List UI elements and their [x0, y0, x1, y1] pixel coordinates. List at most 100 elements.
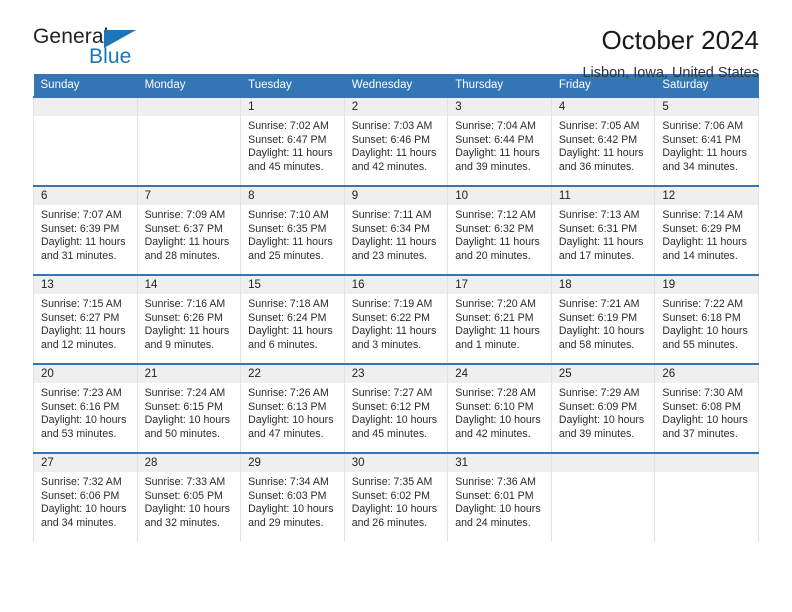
day-number: 7 — [137, 187, 241, 205]
calendar-day-cell[interactable]: 15 Sunrise: 7:18 AM Sunset: 6:24 PM Dayligh… — [240, 274, 345, 364]
sunrise-text: Sunrise: 7:15 AM — [41, 298, 122, 310]
calendar-day-cell[interactable]: 13 Sunrise: 7:15 AM Sunset: 6:27 PM Dayligh… — [33, 274, 138, 364]
day-number: 17 — [448, 276, 551, 294]
sunrise-text: Sunrise: 7:03 AM — [351, 120, 433, 132]
calendar-day-cell[interactable]: 14 Sunrise: 7:16 AM Sunset: 6:26 PM Dayligh… — [136, 274, 242, 364]
calendar-week-row: 6 Sunrise: 7:07 AM Sunset: 6:39 PM Daylight… — [33, 185, 759, 275]
calendar-day-cell[interactable]: 19 Sunrise: 7:22 AM Sunset: 6:18 PM Dayligh… — [654, 274, 759, 364]
calendar-day-cell[interactable]: 17 Sunrise: 7:20 AM Sunset: 6:21 PM Dayligh… — [447, 274, 552, 364]
day-number: 25 — [551, 365, 655, 383]
daylight-text: Daylight: 11 hours and 14 minutes. — [662, 236, 747, 262]
calendar-day-cell[interactable]: 20 Sunrise: 7:23 AM Sunset: 6:16 PM Dayligh… — [33, 363, 138, 453]
day-number: 23 — [344, 365, 448, 383]
sunset-text: Sunset: 6:37 PM — [144, 222, 223, 235]
calendar-day-cell[interactable]: 24 Sunrise: 7:28 AM Sunset: 6:10 PM Dayligh… — [447, 363, 552, 453]
sunset-text: Sunset: 6:32 PM — [455, 222, 534, 235]
calendar-day-cell[interactable]: 28 Sunrise: 7:33 AM Sunset: 6:05 PM Dayligh… — [136, 452, 242, 542]
day-number: 26 — [655, 365, 758, 383]
sunset-text: Sunset: 6:19 PM — [558, 311, 638, 324]
sunrise-text: Sunrise: 7:30 AM — [662, 387, 744, 399]
sunset-text: Sunset: 6:46 PM — [351, 133, 431, 146]
sunrise-text: Sunrise: 7:23 AM — [41, 387, 122, 399]
calendar-day-cell[interactable]: 1 Sunrise: 7:02 AM Sunset: 6:47 PM Daylight… — [240, 96, 345, 186]
day-number: 29 — [241, 454, 344, 472]
day-details: Sunrise: 7:12 AM Sunset: 6:32 PM Daylight:… — [448, 205, 551, 263]
sunset-text: Sunset: 6:18 PM — [662, 311, 741, 324]
sunrise-text: Sunrise: 7:26 AM — [248, 387, 329, 399]
calendar-day-cell[interactable]: 10 Sunrise: 7:12 AM Sunset: 6:32 PM Dayligh… — [447, 185, 552, 275]
calendar-day-cell[interactable]: 25 Sunrise: 7:29 AM Sunset: 6:09 PM Dayligh… — [550, 363, 656, 453]
calendar-day-cell[interactable]: 4 Sunrise: 7:05 AM Sunset: 6:42 PM Daylight… — [550, 96, 656, 186]
calendar-day-cell[interactable]: 3 Sunrise: 7:04 AM Sunset: 6:44 PM Daylight… — [447, 96, 552, 186]
calendar-day-cell[interactable]: 26 Sunrise: 7:30 AM Sunset: 6:08 PM Dayligh… — [654, 363, 759, 453]
day-details: Sunrise: 7:29 AM Sunset: 6:09 PM Daylight:… — [552, 383, 655, 441]
sunrise-text: Sunrise: 7:29 AM — [558, 387, 640, 399]
general-blue-logo[interactable]: General Blue — [33, 26, 143, 72]
calendar-day-cell[interactable]: 8 Sunrise: 7:10 AM Sunset: 6:35 PM Daylight… — [240, 185, 345, 275]
sunrise-text: Sunrise: 7:16 AM — [144, 298, 226, 310]
day-number: 24 — [448, 365, 551, 383]
calendar-day-cell[interactable]: 12 Sunrise: 7:14 AM Sunset: 6:29 PM Dayligh… — [654, 185, 759, 275]
calendar-empty-cell — [550, 452, 656, 542]
sunset-text: Sunset: 6:47 PM — [248, 133, 327, 146]
sunset-text: Sunset: 6:13 PM — [248, 400, 327, 413]
calendar-day-cell[interactable]: 9 Sunrise: 7:11 AM Sunset: 6:34 PM Daylight… — [343, 185, 449, 275]
calendar-day-cell[interactable]: 23 Sunrise: 7:27 AM Sunset: 6:12 PM Dayligh… — [343, 363, 449, 453]
sunset-text: Sunset: 6:29 PM — [662, 222, 741, 235]
sunrise-text: Sunrise: 7:02 AM — [248, 120, 329, 132]
day-details: Sunrise: 7:05 AM Sunset: 6:42 PM Daylight:… — [552, 116, 655, 174]
weekday-header-thursday: Thursday — [447, 74, 552, 97]
sunrise-text: Sunrise: 7:04 AM — [455, 120, 536, 132]
weekday-header-tuesday: Tuesday — [240, 74, 345, 97]
day-number: 22 — [241, 365, 344, 383]
sunrise-text: Sunrise: 7:18 AM — [248, 298, 329, 310]
sunrise-text: Sunrise: 7:28 AM — [455, 387, 536, 399]
logo-text-general: General — [33, 25, 109, 48]
day-details: Sunrise: 7:33 AM Sunset: 6:05 PM Daylight:… — [138, 472, 241, 530]
day-details: Sunrise: 7:32 AM Sunset: 6:06 PM Daylight:… — [34, 472, 137, 530]
sunset-text: Sunset: 6:22 PM — [351, 311, 431, 324]
day-number: 12 — [655, 187, 758, 205]
day-details: Sunrise: 7:21 AM Sunset: 6:19 PM Daylight:… — [552, 294, 655, 352]
sunset-text: Sunset: 6:15 PM — [144, 400, 223, 413]
calendar-day-cell[interactable]: 29 Sunrise: 7:34 AM Sunset: 6:03 PM Dayligh… — [240, 452, 345, 542]
calendar-day-cell[interactable]: 21 Sunrise: 7:24 AM Sunset: 6:15 PM Dayligh… — [136, 363, 242, 453]
calendar-day-cell[interactable]: 22 Sunrise: 7:26 AM Sunset: 6:13 PM Dayligh… — [240, 363, 345, 453]
calendar-day-cell[interactable]: 2 Sunrise: 7:03 AM Sunset: 6:46 PM Daylight… — [343, 96, 449, 186]
day-number — [655, 454, 758, 472]
calendar-day-cell[interactable]: 31 Sunrise: 7:36 AM Sunset: 6:01 PM Dayligh… — [447, 452, 552, 542]
daylight-text: Daylight: 10 hours and 42 minutes. — [455, 414, 541, 440]
day-number: 14 — [137, 276, 241, 294]
day-details: Sunrise: 7:27 AM Sunset: 6:12 PM Daylight:… — [345, 383, 448, 441]
daylight-text: Daylight: 10 hours and 58 minutes. — [558, 325, 645, 351]
calendar-empty-cell — [654, 452, 759, 542]
title-block: October 2024 Lisbon, Iowa, United States — [582, 25, 759, 81]
calendar-day-cell[interactable]: 5 Sunrise: 7:06 AM Sunset: 6:41 PM Daylight… — [654, 96, 759, 186]
sunrise-sunset-calendar: Sunday Monday Tuesday Wednesday Thursday… — [33, 74, 759, 542]
sunrise-text: Sunrise: 7:06 AM — [662, 120, 744, 132]
calendar-week-row: 13 Sunrise: 7:15 AM Sunset: 6:27 PM Dayligh… — [33, 274, 759, 364]
weekday-header-sunday: Sunday — [33, 74, 138, 97]
day-number — [551, 454, 655, 472]
calendar-day-cell[interactable]: 30 Sunrise: 7:35 AM Sunset: 6:02 PM Dayligh… — [343, 452, 449, 542]
sunset-text: Sunset: 6:24 PM — [248, 311, 327, 324]
daylight-text: Daylight: 11 hours and 25 minutes. — [248, 236, 333, 262]
day-details: Sunrise: 7:23 AM Sunset: 6:16 PM Daylight:… — [34, 383, 137, 441]
sunset-text: Sunset: 6:01 PM — [455, 489, 534, 502]
daylight-text: Daylight: 11 hours and 12 minutes. — [41, 325, 126, 351]
calendar-day-cell[interactable]: 18 Sunrise: 7:21 AM Sunset: 6:19 PM Dayligh… — [550, 274, 656, 364]
daylight-text: Daylight: 10 hours and 37 minutes. — [662, 414, 748, 440]
calendar-day-cell[interactable]: 6 Sunrise: 7:07 AM Sunset: 6:39 PM Daylight… — [33, 185, 138, 275]
daylight-text: Daylight: 10 hours and 47 minutes. — [248, 414, 334, 440]
day-number: 11 — [551, 187, 655, 205]
daylight-text: Daylight: 10 hours and 34 minutes. — [41, 503, 127, 529]
calendar-day-cell[interactable]: 7 Sunrise: 7:09 AM Sunset: 6:37 PM Daylight… — [136, 185, 242, 275]
sunset-text: Sunset: 6:39 PM — [41, 222, 120, 235]
calendar-day-cell[interactable]: 11 Sunrise: 7:13 AM Sunset: 6:31 PM Dayligh… — [550, 185, 656, 275]
sunrise-text: Sunrise: 7:05 AM — [558, 120, 640, 132]
calendar-page: General Blue October 2024 Lisbon, Iowa, … — [0, 0, 792, 612]
calendar-day-cell[interactable]: 27 Sunrise: 7:32 AM Sunset: 6:06 PM Dayligh… — [33, 452, 138, 542]
calendar-week-row: 20 Sunrise: 7:23 AM Sunset: 6:16 PM Dayligh… — [33, 363, 759, 453]
daylight-text: Daylight: 11 hours and 39 minutes. — [455, 147, 540, 173]
calendar-day-cell[interactable]: 16 Sunrise: 7:19 AM Sunset: 6:22 PM Dayligh… — [343, 274, 449, 364]
